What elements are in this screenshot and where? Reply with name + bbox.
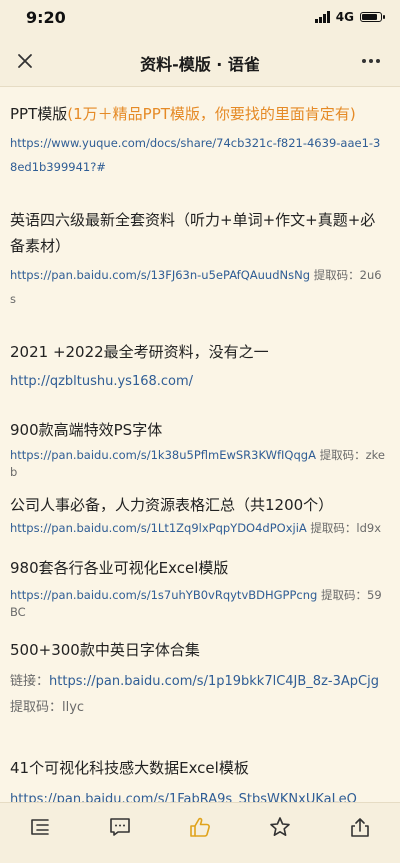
like-button[interactable] [178, 807, 222, 847]
favorite-button[interactable] [258, 807, 302, 847]
list-item: 41个可视化科技感大数据Excel模板 https://pan.baidu.co… [10, 755, 386, 802]
comment-button[interactable] [98, 807, 142, 847]
comment-icon [110, 818, 130, 836]
like-icon [190, 817, 210, 837]
item-title: 900款高端特效PS字体 [10, 421, 163, 439]
signal-icon [314, 11, 330, 23]
item-link[interactable]: https://pan.baidu.com/s/13FJ63n-u5ePAfQA… [10, 268, 310, 282]
item-title: 英语四六级最新全套资料（听力+单词+作文+真题+必备素材） [10, 211, 376, 255]
item-link[interactable]: https://www.yuque.com/docs/share/74cb321… [10, 136, 380, 174]
more-icon [362, 59, 380, 63]
status-indicators: 4G [314, 10, 385, 24]
share-button[interactable] [338, 807, 382, 847]
star-icon [270, 817, 290, 836]
item-link[interactable]: https://pan.baidu.com/s/1s7uhYB0vRqytvBD… [10, 588, 317, 602]
status-time: 9:20 [26, 8, 66, 27]
item-title: 2021 +2022最全考研资料，没有之一 [10, 343, 269, 361]
item-link[interactable]: https://pan.baidu.com/s/1k38u5PflmEwSR3K… [10, 448, 316, 462]
item-body: https://pan.baidu.com/s/1Lt1Zq9lxPqpYDO4… [10, 520, 386, 537]
list-item: 980套各行各业可视化Excel模版 https://pan.baidu.com… [10, 555, 386, 621]
close-icon [18, 54, 32, 68]
list-item: 英语四六级最新全套资料（听力+单词+作文+真题+必备素材） https://pa… [10, 207, 386, 311]
item-body: https://www.yuque.com/docs/share/74cb321… [10, 131, 386, 179]
list-item: PPT模版(1万＋精品PPT模版，你要找的里面肯定有) https://www.… [10, 101, 386, 179]
network-label: 4G [335, 10, 354, 24]
item-link[interactable]: https://pan.baidu.com/s/1p19bkk7lC4JB_8z… [49, 674, 379, 689]
item-title: PPT模版(1万＋精品PPT模版，你要找的里面肯定有) [10, 101, 386, 127]
item-code: 提取码：ld9x [306, 521, 382, 535]
nav-bar: 资料-模版 · 语雀 [0, 36, 400, 87]
battery-fill [362, 14, 378, 20]
item-title: 500+300款中英日字体合集 [10, 641, 200, 659]
item-link-prefix: 链接： [10, 674, 50, 689]
item-title: 980套各行各业可视化Excel模版 [10, 559, 229, 577]
more-button[interactable] [354, 44, 388, 78]
outline-icon [31, 819, 49, 835]
item-title-text: PPT模版 [10, 105, 68, 123]
item-body: 链接：https://pan.baidu.com/s/1p19bkk7lC4JB… [10, 669, 386, 721]
item-body: https://pan.baidu.com/s/13FJ63n-u5ePAfQA… [10, 263, 386, 311]
share-icon [351, 818, 369, 837]
list-item: 2021 +2022最全考研资料，没有之一 http://qzbltushu.y… [10, 339, 386, 394]
item-body: https://pan.baidu.com/s/1s7uhYB0vRqytvBD… [10, 587, 386, 621]
item-title-accent: (1万＋精品PPT模版，你要找的里面肯定有) [67, 105, 356, 123]
item-body: https://pan.baidu.com/s/1FabRA9s_StbsWKN… [10, 787, 386, 802]
item-body: https://pan.baidu.com/s/1k38u5PflmEwSR3K… [10, 447, 386, 481]
item-link[interactable]: https://pan.baidu.com/s/1Lt1Zq9lxPqpYDO4… [10, 521, 307, 535]
item-link[interactable]: https://pan.baidu.com/s/1FabRA9s_StbsWKN… [10, 792, 357, 802]
bottom-toolbar [0, 802, 400, 863]
page-title: 资料-模版 · 语雀 [140, 55, 260, 74]
status-bar: 9:20 4G [0, 0, 400, 36]
battery-icon [360, 12, 385, 22]
close-button[interactable] [8, 44, 42, 78]
item-body: http://qzbltushu.ys168.com/ [10, 369, 386, 394]
document-content: PPT模版(1万＋精品PPT模版，你要找的里面肯定有) https://www.… [0, 87, 400, 802]
list-item: 公司人事必备，人力资源表格汇总（共1200个） https://pan.baid… [10, 492, 386, 537]
list-item: 900款高端特效PS字体 https://pan.baidu.com/s/1k3… [10, 417, 386, 481]
list-item: 500+300款中英日字体合集 链接：https://pan.baidu.com… [10, 637, 386, 721]
item-title: 公司人事必备，人力资源表格汇总（共1200个） [10, 496, 334, 514]
item-code: 提取码：llyc [10, 700, 85, 715]
item-link[interactable]: http://qzbltushu.ys168.com/ [10, 374, 193, 389]
item-title: 41个可视化科技感大数据Excel模板 [10, 759, 249, 777]
outline-button[interactable] [18, 807, 62, 847]
